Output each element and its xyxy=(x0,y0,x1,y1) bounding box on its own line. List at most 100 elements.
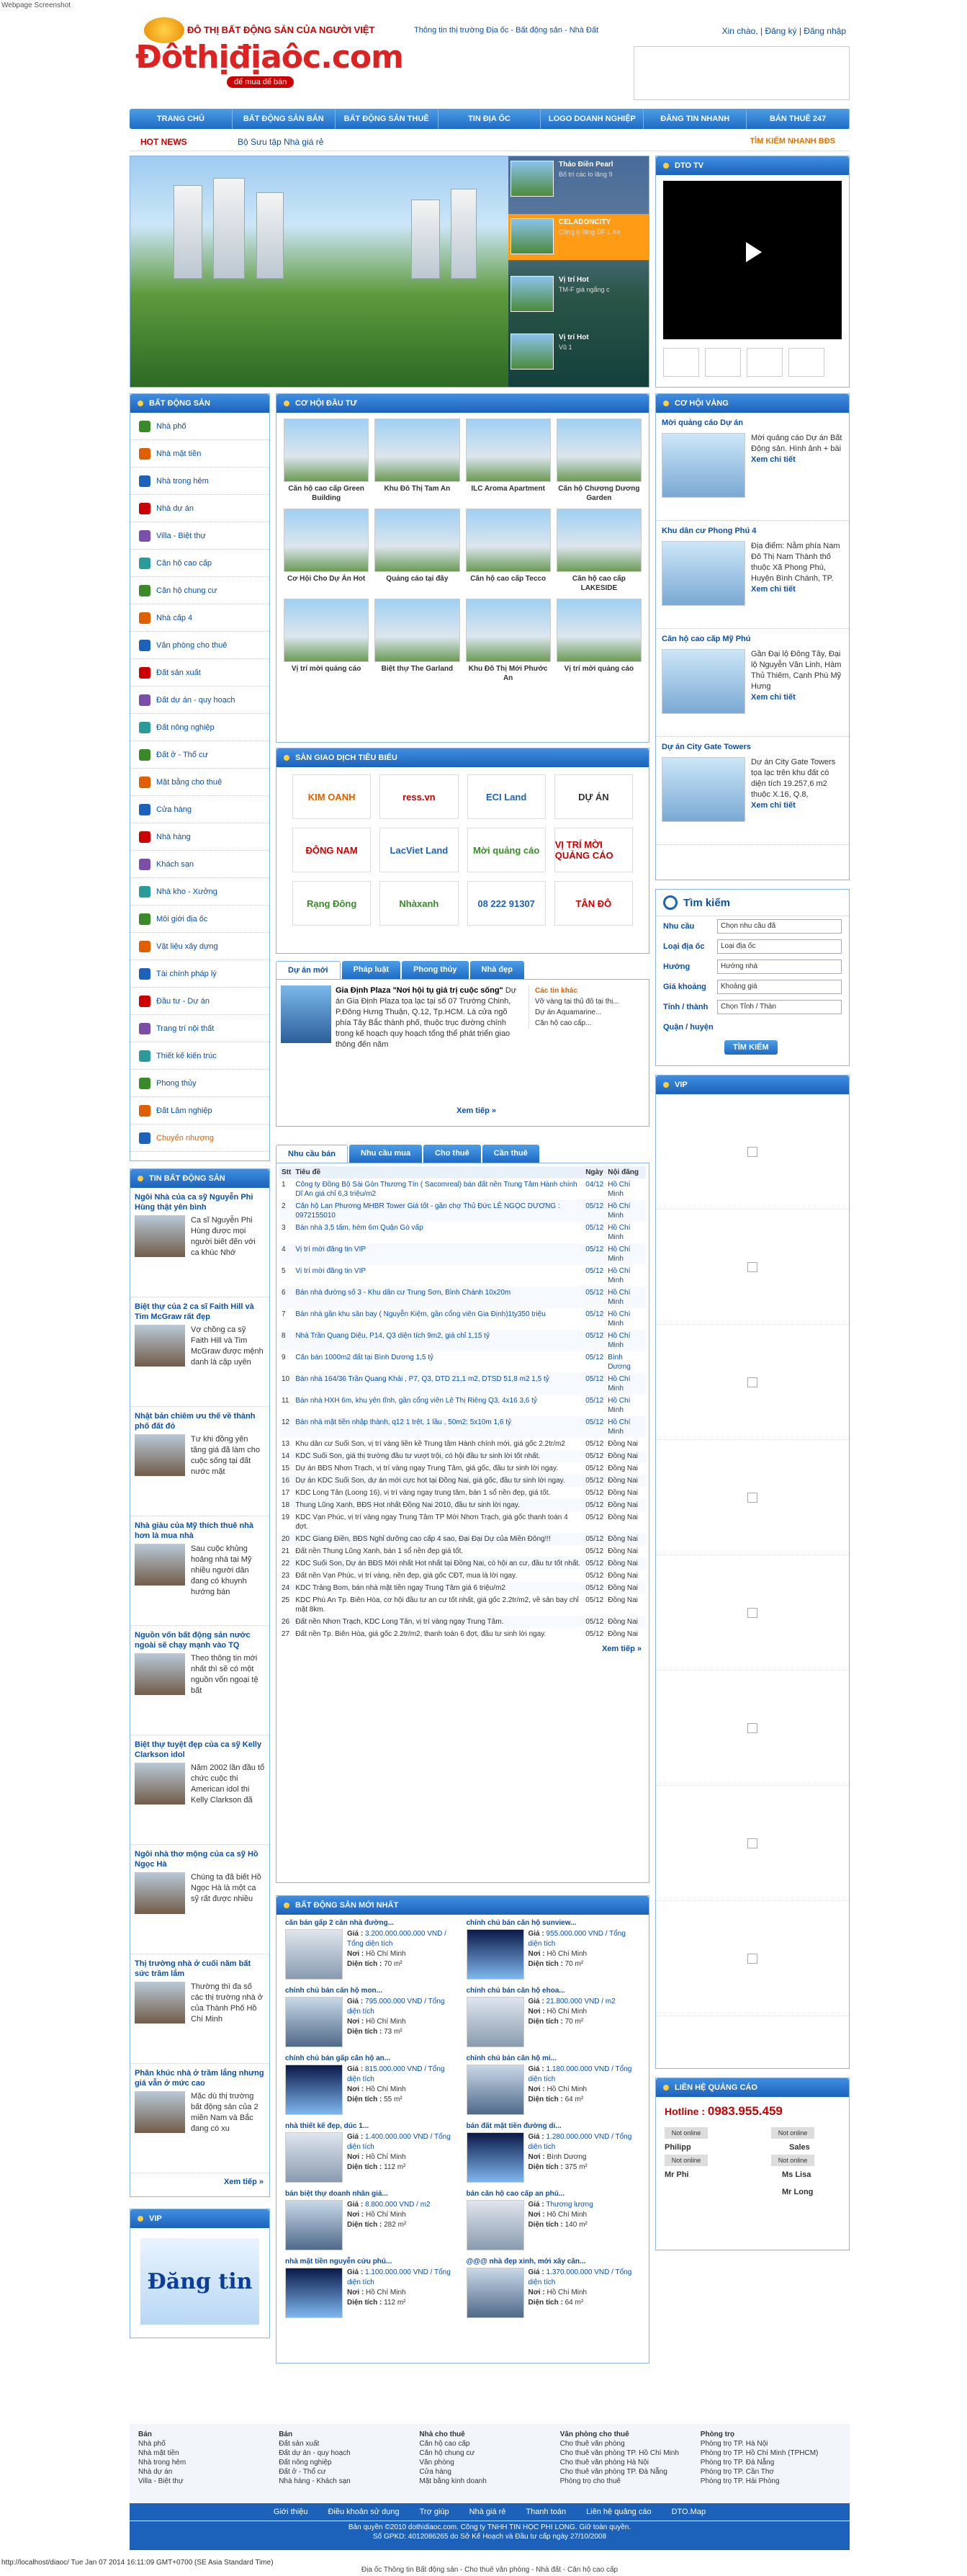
invest-item[interactable]: Khu Đô Thị Tam An xyxy=(374,419,460,503)
latest-image[interactable] xyxy=(285,2200,343,2250)
quick-search-link[interactable]: TÌM KIẾM NHANH BĐS xyxy=(750,137,835,146)
category-item[interactable]: Villa - Biệt thự xyxy=(130,522,269,550)
category-item[interactable]: Chuyển nhượng xyxy=(130,1124,269,1152)
listing-title[interactable]: Đất nền Thung Lũng Xanh, bán 1 sổ nền đẹ… xyxy=(293,1545,583,1557)
footer-link[interactable]: Căn hộ chung cư xyxy=(419,2448,559,2458)
slider-thumb[interactable]: CELADONCITY Công lý lăng ĐF 1 Xe xyxy=(508,214,649,260)
footer-link[interactable]: Đất nông nghiệp xyxy=(279,2458,419,2467)
footer-link[interactable]: Phòng trọ TP. Hồ Chí Minh (TPHCM) xyxy=(701,2448,841,2458)
latest-image[interactable] xyxy=(466,1929,524,1980)
status-2[interactable]: Not online xyxy=(771,2127,814,2139)
listing-title[interactable]: Bán nhà đường số 3 - Khu dân cư Trung Sơ… xyxy=(293,1287,584,1308)
nav-item[interactable]: TIN ĐỊA ỐC xyxy=(438,109,541,129)
exchange-logo[interactable]: ĐÔNG NAM xyxy=(292,828,372,872)
top-banner[interactable] xyxy=(634,46,850,100)
invest-image[interactable] xyxy=(374,509,460,572)
golden-image[interactable] xyxy=(662,757,745,822)
footer-heading[interactable]: Nhà cho thuê xyxy=(419,2430,559,2439)
footer-nav-link[interactable]: Điều khoản sử dụng xyxy=(328,2508,399,2516)
footer-link[interactable]: Phòng trọ TP. Hà Nội xyxy=(701,2439,841,2448)
exchange-logo[interactable]: 08 222 91307 xyxy=(467,881,546,926)
latest-image[interactable] xyxy=(466,2065,524,2115)
footer-nav-link[interactable]: Nhà giá rẻ xyxy=(469,2508,506,2516)
listing-title[interactable]: Căn bán 1000m2 đất tại Bình Dương 1,5 tỷ xyxy=(293,1351,583,1373)
latest-headline[interactable]: nhà thiết kế đẹp, dúc 1... xyxy=(285,2122,459,2130)
listing-title[interactable]: Thung Lũng Xanh, BĐS Hot nhất Đồng Nai 2… xyxy=(293,1499,584,1511)
listing-title[interactable]: Khu dân cư Suối Son, vị trí vàng liền kề… xyxy=(293,1438,583,1450)
listing-title[interactable]: Bán nhà HXH 6m, khu yên tĩnh, gần cổng v… xyxy=(293,1395,583,1416)
search-select[interactable]: Khoảng giá xyxy=(717,980,842,994)
status-1[interactable]: Not online xyxy=(665,2127,708,2139)
listing-title[interactable]: Đất nền Nhơn Trạch, KDC Long Tân, vị trí… xyxy=(293,1616,584,1628)
footer-link[interactable]: Nhà hàng - Khách sạn xyxy=(279,2477,419,2486)
invest-image[interactable] xyxy=(284,419,369,482)
nav-item[interactable]: LOGO DOANH NGHIỆP xyxy=(541,109,644,129)
latest-headline[interactable]: căn bán gấp 2 căn nhà đường... xyxy=(285,1919,459,1927)
news-image[interactable] xyxy=(135,1653,185,1695)
news-image[interactable] xyxy=(135,1434,185,1476)
news-headline[interactable]: Biệt thự của 2 ca sĩ Faith Hill và Tim M… xyxy=(135,1302,265,1322)
tab-news[interactable]: Pháp luật xyxy=(341,961,401,979)
news-image[interactable] xyxy=(135,1325,185,1367)
golden-headline[interactable]: Căn hộ cao cấp Mỹ Phú xyxy=(662,635,843,643)
vip-slot[interactable] xyxy=(656,1209,849,1325)
footer-link[interactable]: Đất sản xuất xyxy=(279,2439,419,2448)
latest-headline[interactable]: nhà mặt tiền nguyễn cửu phú... xyxy=(285,2258,459,2266)
invest-item[interactable]: Căn hộ Chương Dương Garden xyxy=(556,419,642,503)
latest-image[interactable] xyxy=(285,2065,343,2115)
invest-item[interactable]: Khu Đô Thị Mới Phước An xyxy=(465,599,551,683)
site-logo[interactable]: Đôthịđịaôc.com xyxy=(135,39,404,76)
nav-item[interactable]: BÁN THUÊ 247 xyxy=(747,109,850,129)
vip-slot[interactable] xyxy=(656,1325,849,1440)
footer-heading[interactable]: Bán xyxy=(279,2430,419,2439)
tab-news[interactable]: Dự án mới xyxy=(276,961,341,979)
exchange-logo[interactable]: KIM OANH xyxy=(292,774,372,819)
golden-more[interactable]: Xem chi tiết xyxy=(751,693,796,702)
invest-image[interactable] xyxy=(465,419,551,482)
latest-headline[interactable]: chính chủ bán căn hộ mi... xyxy=(467,2054,641,2062)
category-item[interactable]: Nhà phố xyxy=(130,413,269,440)
footer-link[interactable]: Đất dự án - quy hoạch xyxy=(279,2448,419,2458)
nav-item[interactable]: ĐĂNG TIN NHANH xyxy=(644,109,747,129)
invest-item[interactable]: Vị trí mời quảng cáo xyxy=(556,599,642,683)
vip-slot[interactable] xyxy=(656,1094,849,1209)
latest-headline[interactable]: @@@ nhà đẹp xinh, mới xây căn... xyxy=(467,2258,641,2266)
search-button[interactable]: TÌM KIẾM xyxy=(724,1040,778,1055)
footer-link[interactable]: Cho thuê văn phòng TP. Đà Nẵng xyxy=(560,2467,701,2477)
footer-link[interactable]: Phòng trọ TP. Đà Nẵng xyxy=(701,2458,841,2467)
footer-link[interactable]: Nhà phố xyxy=(138,2439,279,2448)
listing-title[interactable]: KDC Phú An Tp. Biên Hòa, cơ hội đầu tư a… xyxy=(293,1594,583,1616)
invest-image[interactable] xyxy=(556,509,642,572)
golden-headline[interactable]: Khu dân cư Phong Phú 4 xyxy=(662,527,843,535)
footer-link[interactable]: Phòng trọ TP. Hải Phòng xyxy=(701,2477,841,2486)
news-image[interactable] xyxy=(135,1215,185,1257)
category-item[interactable]: Môi giới địa ốc xyxy=(130,905,269,933)
category-item[interactable]: Tài chính pháp lý xyxy=(130,960,269,988)
category-item[interactable]: Cửa hàng xyxy=(130,796,269,823)
news-image[interactable] xyxy=(135,1544,185,1586)
side-news-item[interactable]: Dự án Aquamarine... xyxy=(535,1007,644,1018)
exchange-logo[interactable]: Rạng Đông xyxy=(292,881,372,926)
footer-link[interactable]: Phòng trọ TP. Cần Thơ xyxy=(701,2467,841,2477)
golden-headline[interactable]: Dự án City Gate Towers xyxy=(662,743,843,751)
search-select[interactable]: Chọn nhu cầu đã xyxy=(717,919,842,934)
vip-slot[interactable] xyxy=(656,1440,849,1555)
video-thumb[interactable] xyxy=(747,348,783,377)
news-headline[interactable]: Thị trường nhà ở cuối năm bất sức trầm l… xyxy=(135,1959,265,1979)
latest-image[interactable] xyxy=(285,1929,343,1980)
vip-post-banner[interactable]: Đăng tin xyxy=(140,2238,259,2325)
invest-item[interactable]: Căn hộ cao cấp Green Building xyxy=(284,419,369,503)
category-item[interactable]: Đất ở - Thổ cư xyxy=(130,741,269,769)
footer-link[interactable]: Mặt bằng kinh doanh xyxy=(419,2477,559,2486)
invest-image[interactable] xyxy=(374,599,460,662)
listing-title[interactable]: Nhà Trần Quang Diệu, P14, Q3 diện tích 9… xyxy=(293,1330,584,1351)
invest-image[interactable] xyxy=(465,599,551,662)
news-image[interactable] xyxy=(135,2091,185,2133)
featured-slider[interactable]: Thảo Điền Pearl Bố trí các lo lăng 9 CELAD… xyxy=(130,156,649,388)
footer-link[interactable]: Cho thuê văn phòng xyxy=(560,2439,701,2448)
category-item[interactable]: Đất Lâm nghiệp xyxy=(130,1097,269,1124)
feature-title[interactable]: Gia Định Plaza "Nơi hội tụ giá trị cuộc … xyxy=(336,986,503,995)
exchange-logo[interactable]: ECI Land xyxy=(467,774,546,819)
video-thumb[interactable] xyxy=(663,348,699,377)
search-select[interactable]: Loại địa ốc xyxy=(717,939,842,954)
